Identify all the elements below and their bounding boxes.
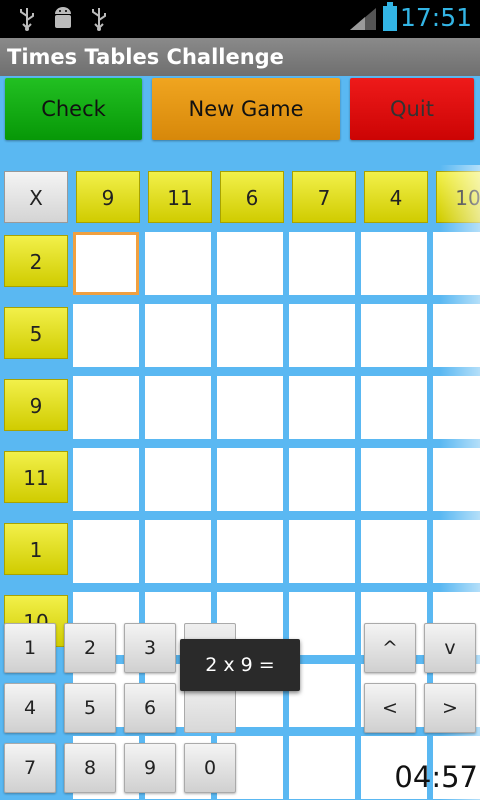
column-header: 10 (436, 171, 480, 223)
android-debug-icon (52, 6, 74, 32)
countdown-timer: 04:57 (394, 760, 478, 794)
answer-cell[interactable] (289, 520, 355, 583)
answer-cell[interactable] (217, 520, 283, 583)
new-game-button[interactable]: New Game (152, 78, 340, 140)
answer-cell[interactable] (217, 304, 283, 367)
row-header: 2 (4, 235, 68, 287)
nav-right-button[interactable]: > (424, 683, 476, 733)
app-title: Times Tables Challenge (7, 45, 284, 69)
answer-cell[interactable] (217, 448, 283, 511)
usb-icon (88, 6, 110, 32)
keypad-key-5[interactable]: 5 (64, 683, 116, 733)
keypad-key-4[interactable]: 4 (4, 683, 56, 733)
answer-cell[interactable] (145, 304, 211, 367)
answer-cell[interactable] (289, 448, 355, 511)
usb-icon (16, 6, 38, 32)
nav-left-button[interactable]: < (364, 683, 416, 733)
keypad-key-8[interactable]: 8 (64, 743, 116, 793)
column-header: 7 (292, 171, 356, 223)
answer-cell[interactable] (289, 232, 355, 295)
answer-cell[interactable] (73, 232, 139, 295)
column-header: 6 (220, 171, 284, 223)
keypad-key-1[interactable]: 1 (4, 623, 56, 673)
row-header: 11 (4, 451, 68, 503)
answer-cell[interactable] (289, 304, 355, 367)
keypad-key-0[interactable]: 0 (184, 743, 236, 793)
answer-cell[interactable] (361, 304, 427, 367)
row-header: 9 (4, 379, 68, 431)
nav-down-button[interactable]: v (424, 623, 476, 673)
signal-icon (350, 8, 376, 30)
answer-cell[interactable] (361, 376, 427, 439)
answer-cell[interactable] (73, 448, 139, 511)
answer-cell[interactable] (73, 304, 139, 367)
check-button[interactable]: Check (5, 78, 142, 140)
answer-cell[interactable] (361, 232, 427, 295)
answer-cell[interactable] (361, 448, 427, 511)
answer-cell[interactable] (433, 448, 480, 511)
keypad-key-7[interactable]: 7 (4, 743, 56, 793)
grid-corner-label: X (4, 171, 68, 223)
title-bar: Times Tables Challenge (0, 38, 480, 76)
answer-cell[interactable] (433, 232, 480, 295)
answer-cell[interactable] (73, 376, 139, 439)
answer-cell[interactable] (145, 520, 211, 583)
question-toast: 2 x 9 = (180, 639, 300, 691)
keypad-key-6[interactable]: 6 (124, 683, 176, 733)
answer-cell[interactable] (289, 376, 355, 439)
quit-button[interactable]: Quit (350, 78, 474, 140)
answer-cell[interactable] (145, 232, 211, 295)
column-header: 11 (148, 171, 212, 223)
status-bar: 17:51 (0, 0, 480, 38)
row-header: 5 (4, 307, 68, 359)
clock: 17:51 (399, 3, 472, 32)
answer-cell[interactable] (145, 376, 211, 439)
keypad-key-3[interactable]: 3 (124, 623, 176, 673)
answer-cell[interactable] (361, 520, 427, 583)
answer-cell[interactable] (145, 448, 211, 511)
nav-up-button[interactable]: ^ (364, 623, 416, 673)
column-header: 4 (364, 171, 428, 223)
keypad-key-9[interactable]: 9 (124, 743, 176, 793)
answer-cell[interactable] (217, 232, 283, 295)
answer-cell[interactable] (433, 520, 480, 583)
row-header: 1 (4, 523, 68, 575)
answer-cell[interactable] (289, 736, 355, 799)
answer-cell[interactable] (73, 520, 139, 583)
answer-cell[interactable] (217, 376, 283, 439)
answer-cell[interactable] (433, 376, 480, 439)
keypad-key-2[interactable]: 2 (64, 623, 116, 673)
answer-cell[interactable] (433, 304, 480, 367)
column-header: 9 (76, 171, 140, 223)
battery-icon (383, 2, 397, 31)
